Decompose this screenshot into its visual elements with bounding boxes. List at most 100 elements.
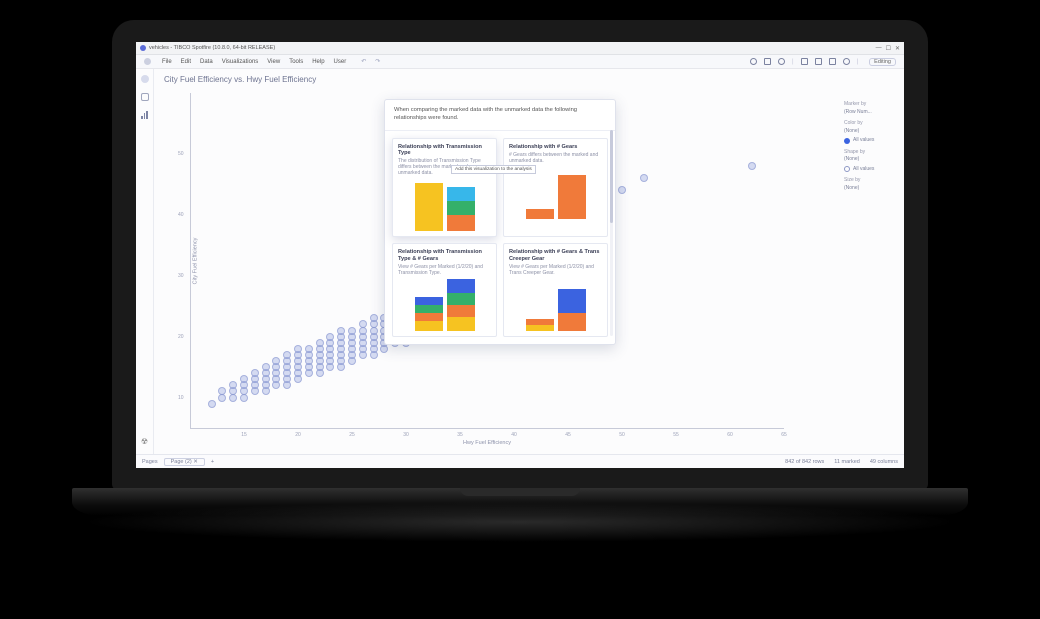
data-panel-icon[interactable]: [141, 93, 149, 101]
y-tick: 20: [178, 334, 184, 340]
menu-file[interactable]: File: [162, 59, 172, 65]
data-point[interactable]: [370, 314, 378, 322]
card-mini-chart: [398, 281, 491, 331]
menu-data[interactable]: Data: [200, 59, 213, 65]
data-point[interactable]: [240, 375, 248, 383]
menu-user[interactable]: User: [334, 59, 347, 65]
card-mini-chart: [509, 169, 602, 219]
x-tick: 45: [565, 432, 571, 438]
data-point[interactable]: [218, 387, 226, 395]
search-icon[interactable]: [750, 58, 757, 65]
recommendations-popup: When comparing the marked data with the …: [384, 99, 616, 345]
pages-label: Pages: [142, 459, 158, 465]
y-tick: 10: [178, 395, 184, 401]
recommendation-card[interactable]: Relationship with # Gears# Gears differs…: [503, 138, 608, 238]
info-icon[interactable]: [843, 58, 850, 65]
card-mini-chart: [509, 281, 602, 331]
card-title: Relationship with Transmission Type: [398, 144, 491, 157]
comment-icon[interactable]: [801, 58, 808, 65]
mode-selector[interactable]: Editing: [869, 58, 896, 66]
recommendation-card[interactable]: Relationship with Transmission Type & # …: [392, 243, 497, 337]
find-icon[interactable]: [764, 58, 771, 65]
data-point[interactable]: [262, 363, 270, 371]
x-tick: 35: [457, 432, 463, 438]
data-point[interactable]: [326, 333, 334, 341]
x-tick: 50: [619, 432, 625, 438]
chart-title: City Fuel Efficiency vs. Hwy Fuel Effici…: [154, 69, 904, 90]
card-title: Relationship with Transmission Type & # …: [398, 249, 491, 262]
legend-color-by: Color by: [844, 120, 900, 128]
menu-tools[interactable]: Tools: [289, 59, 303, 65]
status-marked: 11 marked: [834, 459, 860, 465]
legend-swatch-shape: [844, 166, 850, 172]
data-point[interactable]: [283, 351, 291, 359]
x-tick: 25: [349, 432, 355, 438]
recommendation-card[interactable]: Relationship with Transmission TypeThe d…: [392, 138, 497, 238]
window-titlebar: vehicles - TIBCO Spotfire (10.8.0, 64-bi…: [136, 42, 904, 55]
page-tab[interactable]: Page (2) ✕: [164, 458, 205, 466]
legend-panel: Marker by (Row Num... Color by (None) Al…: [844, 97, 900, 192]
y-axis: [190, 93, 191, 428]
app-screen: vehicles - TIBCO Spotfire (10.8.0, 64-bi…: [136, 42, 904, 468]
popup-heading: When comparing the marked data with the …: [385, 100, 615, 131]
y-axis-label: City Fuel Efficiency: [192, 237, 198, 284]
left-toolrail: ☢: [136, 69, 154, 454]
expand-icon[interactable]: [141, 75, 149, 83]
status-cols: 49 columns: [870, 459, 898, 465]
add-page-button[interactable]: +: [211, 459, 214, 465]
menu-help[interactable]: Help: [312, 59, 324, 65]
redo-icon[interactable]: ↷: [375, 58, 380, 65]
data-point[interactable]: [316, 339, 324, 347]
menu-edit[interactable]: Edit: [181, 59, 191, 65]
data-point[interactable]: [272, 357, 280, 365]
popup-scrollbar[interactable]: [610, 130, 613, 336]
legend-marker-by: Marker by: [844, 101, 900, 109]
x-axis-label: Hwy Fuel Efficiency: [463, 440, 511, 446]
data-point[interactable]: [294, 345, 302, 353]
data-point[interactable]: [348, 327, 356, 335]
legend-color-val: (None): [844, 128, 900, 136]
bar-chart-icon[interactable]: [141, 111, 148, 119]
x-tick: 65: [781, 432, 787, 438]
bookmark-icon[interactable]: [815, 58, 822, 65]
legend-shape-val: (None): [844, 156, 900, 164]
x-tick: 15: [241, 432, 247, 438]
window-maximize-button[interactable]: ☐: [886, 45, 891, 52]
x-axis: [190, 428, 784, 429]
visualization-area: City Fuel Efficiency vs. Hwy Fuel Effici…: [154, 69, 904, 454]
recommendations-icon[interactable]: ☢: [141, 437, 148, 446]
menu-visualizations[interactable]: Visualizations: [222, 59, 259, 65]
data-point[interactable]: [251, 369, 259, 377]
legend-marker-val: (Row Num...: [844, 109, 900, 117]
app-icon: [140, 45, 146, 51]
data-point[interactable]: [640, 174, 648, 182]
data-point[interactable]: [748, 162, 756, 170]
y-tick: 50: [178, 151, 184, 157]
window-minimize-button[interactable]: —: [876, 45, 882, 51]
data-point[interactable]: [305, 345, 313, 353]
card-title: Relationship with # Gears: [509, 144, 602, 150]
legend-size-by: Size by: [844, 177, 900, 185]
undo-icon[interactable]: ↶: [361, 58, 366, 65]
data-point[interactable]: [208, 400, 216, 408]
x-tick: 55: [673, 432, 679, 438]
x-tick: 20: [295, 432, 301, 438]
x-tick: 40: [511, 432, 517, 438]
gear-icon[interactable]: [778, 58, 785, 65]
menu-view[interactable]: View: [267, 59, 280, 65]
card-mini-chart: [398, 181, 491, 231]
status-rows: 842 of 842 rows: [785, 459, 824, 465]
x-tick: 30: [403, 432, 409, 438]
data-point[interactable]: [229, 381, 237, 389]
author-avatar-icon[interactable]: [144, 58, 151, 65]
card-desc: View # Gears per Marked (1/2/20) and Tra…: [509, 264, 602, 276]
window-close-button[interactable]: ✕: [895, 45, 900, 52]
filter-icon[interactable]: [829, 58, 836, 65]
legend-swatch-all: [844, 138, 850, 144]
data-point[interactable]: [618, 186, 626, 194]
legend-shape-item: All values: [853, 166, 874, 174]
data-point[interactable]: [337, 327, 345, 335]
recommendation-card[interactable]: Relationship with # Gears & Trans Creepe…: [503, 243, 608, 337]
laptop-shadow: [80, 502, 960, 542]
data-point[interactable]: [359, 320, 367, 328]
